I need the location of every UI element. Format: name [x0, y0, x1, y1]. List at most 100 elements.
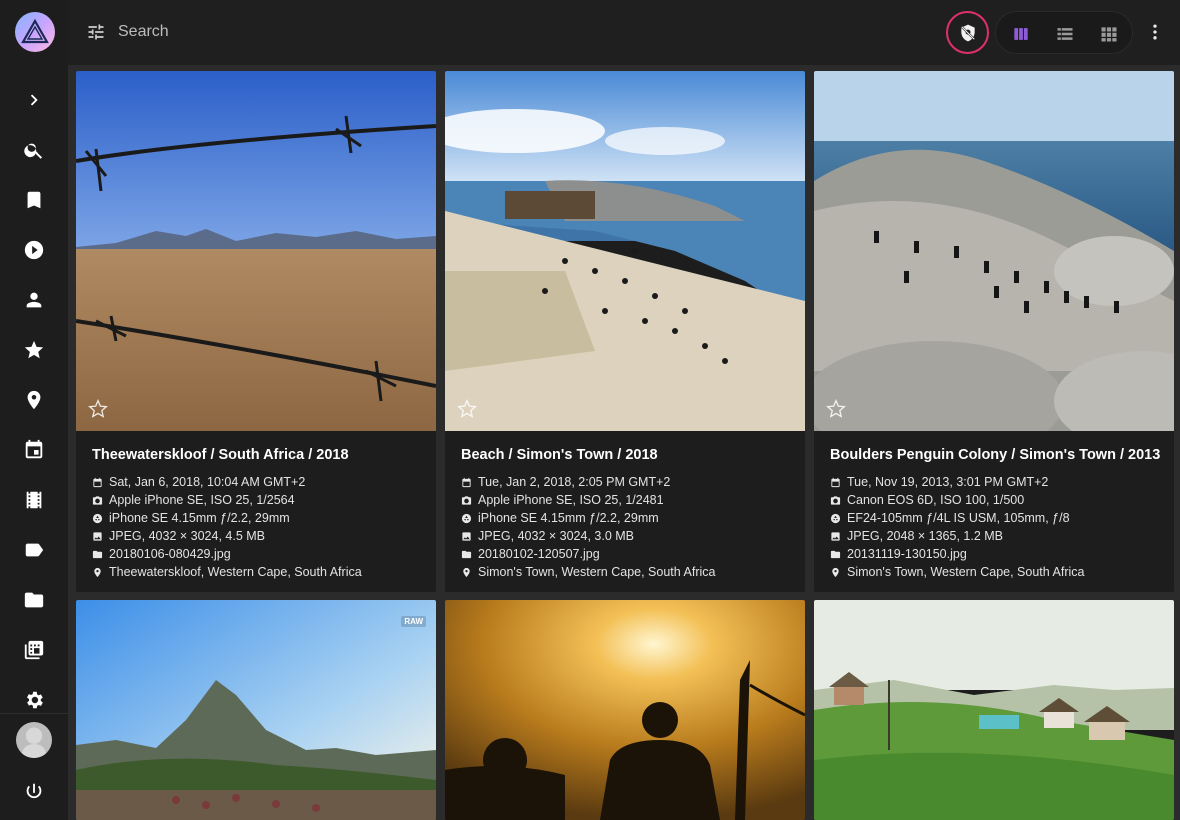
photo-card[interactable]: [445, 600, 805, 820]
star-outline-icon: [457, 399, 477, 418]
app-logo[interactable]: [15, 12, 55, 52]
lens-icon: [830, 513, 841, 524]
photo-file-info: JPEG, 4032 × 3024, 4.5 MB: [109, 529, 265, 543]
favorite-star-button[interactable]: [826, 399, 846, 419]
photo-date[interactable]: Sat, Jan 6, 2018, 10:04 AM GMT+2: [109, 475, 305, 489]
photo-thumbnail[interactable]: [814, 600, 1174, 820]
place-icon: [92, 567, 103, 578]
photo-date[interactable]: Tue, Jan 2, 2018, 2:05 PM GMT+2: [478, 475, 670, 489]
sidebar-item-settings[interactable]: [0, 678, 68, 722]
view-cards-button[interactable]: [999, 12, 1043, 55]
file-icon: [92, 549, 103, 560]
view-list-icon: [1057, 27, 1073, 40]
photo-card[interactable]: Beach / Simon's Town / 2018 Tue, Jan 2, …: [445, 71, 805, 592]
shield-off-icon: [960, 24, 975, 41]
photo-card[interactable]: RAW: [76, 600, 436, 820]
power-icon: [26, 783, 42, 799]
folder-icon: [24, 592, 44, 608]
sidebar-item-labels[interactable]: [0, 528, 68, 572]
private-filter-button[interactable]: [946, 11, 989, 54]
photo-card[interactable]: Theewaterskloof / South Africa / 2018 Sa…: [76, 71, 436, 592]
file-icon: [461, 549, 472, 560]
file-icon: [830, 549, 841, 560]
photo-camera[interactable]: Apple iPhone SE, ISO 25, 1/2481: [478, 493, 664, 507]
place-icon: [27, 390, 41, 410]
photo-title[interactable]: Beach / Simon's Town / 2018: [461, 447, 789, 469]
photo-lens[interactable]: EF24-105mm ƒ/4L IS USM, 105mm, ƒ/8: [847, 511, 1070, 525]
camera-icon: [92, 495, 103, 506]
favorite-star-button[interactable]: [88, 399, 108, 419]
triangle-logo-icon: [21, 18, 49, 44]
photo-card[interactable]: Boulders Penguin Colony / Simon's Town /…: [814, 71, 1174, 592]
search-icon: [24, 143, 43, 159]
image-icon: [830, 531, 841, 542]
photo-camera[interactable]: Canon EOS 6D, ISO 100, 1/500: [847, 493, 1024, 507]
sidebar-item-calendar[interactable]: [0, 428, 68, 472]
photo-lens[interactable]: iPhone SE 4.15mm ƒ/2.2, 29mm: [109, 511, 290, 525]
more-options-button[interactable]: [1144, 20, 1166, 44]
photo-title[interactable]: Theewaterskloof / South Africa / 2018: [92, 447, 420, 469]
calendar-icon: [461, 477, 472, 488]
sidebar-item-favorites[interactable]: [0, 328, 68, 372]
label-icon: [25, 543, 44, 557]
photo-info: Theewaterskloof / South Africa / 2018 Sa…: [76, 431, 436, 592]
photo-title[interactable]: Boulders Penguin Colony / Simon's Town /…: [830, 447, 1160, 469]
photo-file-info: JPEG, 2048 × 1365, 1.2 MB: [847, 529, 1003, 543]
photo-thumbnail[interactable]: [814, 71, 1174, 431]
star-outline-icon: [826, 399, 846, 418]
sunset-silhouette-photo: [445, 600, 805, 820]
user-avatar[interactable]: [16, 722, 52, 758]
sidebar-divider: [0, 713, 68, 714]
sidebar-item-folders[interactable]: [0, 578, 68, 622]
view-list-button[interactable]: [1043, 12, 1087, 55]
photo-info: Boulders Penguin Colony / Simon's Town /…: [814, 431, 1174, 592]
view-mosaic-button[interactable]: [1087, 12, 1131, 55]
farmland-photo: [76, 71, 436, 431]
gear-icon: [27, 691, 43, 709]
photo-card[interactable]: [814, 600, 1174, 820]
photo-thumbnail[interactable]: [445, 71, 805, 431]
photo-lens[interactable]: iPhone SE 4.15mm ƒ/2.2, 29mm: [478, 511, 659, 525]
photo-location[interactable]: Simon's Town, Western Cape, South Africa: [847, 565, 1084, 579]
sidebar-navigation: [0, 0, 68, 820]
filter-toggle-button[interactable]: [86, 22, 106, 42]
sidebar-item-library[interactable]: [0, 628, 68, 672]
photo-location[interactable]: Theewaterskloof, Western Cape, South Afr…: [109, 565, 362, 579]
camera-icon: [461, 495, 472, 506]
bookmark-icon: [27, 191, 41, 209]
sidebar-item-moments[interactable]: [0, 478, 68, 522]
star-outline-icon: [88, 399, 108, 418]
mountain-photo: [76, 600, 436, 820]
sidebar-expand-button[interactable]: [0, 78, 68, 122]
sidebar-item-albums[interactable]: [0, 178, 68, 222]
photo-filename[interactable]: 20131119-130150.jpg: [847, 547, 967, 561]
play-circle-icon: [24, 240, 44, 260]
photo-thumbnail[interactable]: [76, 71, 436, 431]
top-toolbar: [68, 0, 1180, 65]
chevron-right-icon: [30, 94, 38, 106]
photo-filename[interactable]: 20180106-080429.jpg: [109, 547, 231, 561]
photo-thumbnail[interactable]: RAW: [76, 600, 436, 820]
photo-thumbnail[interactable]: [445, 600, 805, 820]
sidebar-item-logout[interactable]: [0, 770, 68, 814]
beach-photo: [445, 71, 805, 431]
view-mode-toggle: [995, 11, 1133, 54]
search-input[interactable]: [118, 16, 418, 48]
favorite-star-button[interactable]: [457, 399, 477, 419]
photo-camera[interactable]: Apple iPhone SE, ISO 25, 1/2564: [109, 493, 295, 507]
place-icon: [830, 567, 841, 578]
film-icon: [26, 491, 42, 509]
tune-icon: [88, 24, 104, 40]
calendar-icon: [92, 477, 103, 488]
sidebar-item-places[interactable]: [0, 378, 68, 422]
village-photo: [814, 600, 1174, 820]
sidebar-item-search[interactable]: [0, 128, 68, 172]
image-icon: [461, 531, 472, 542]
photo-filename[interactable]: 20180102-120507.jpg: [478, 547, 600, 561]
photo-location[interactable]: Simon's Town, Western Cape, South Africa: [478, 565, 715, 579]
sidebar-item-videos[interactable]: [0, 228, 68, 272]
sidebar-item-people[interactable]: [0, 278, 68, 322]
raw-badge: RAW: [401, 616, 426, 627]
photo-date[interactable]: Tue, Nov 19, 2013, 3:01 PM GMT+2: [847, 475, 1048, 489]
photo-file-info: JPEG, 4032 × 3024, 3.0 MB: [478, 529, 634, 543]
